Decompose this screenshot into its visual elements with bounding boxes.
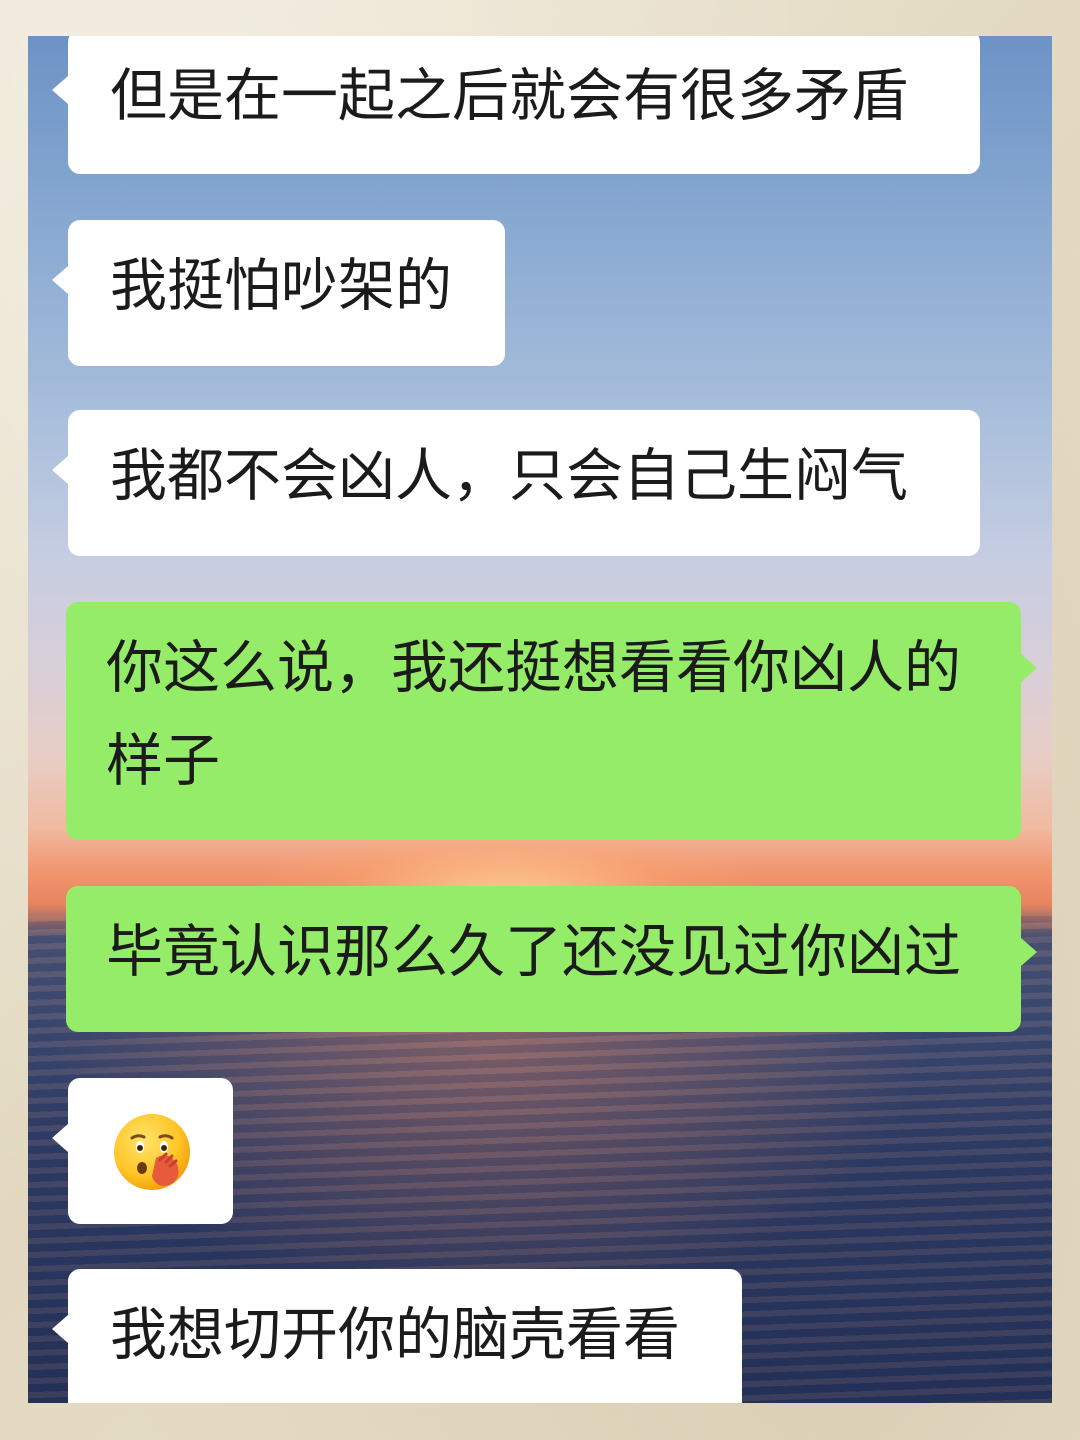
message-text: 我都不会凶人，只会自己生闷气 bbox=[110, 443, 908, 509]
message-text: 我想切开你的脑壳看看 bbox=[110, 1302, 680, 1368]
message-text: 毕竟认识那么久了还没见过你凶过 bbox=[106, 919, 961, 985]
message-bubble-outgoing[interactable]: 毕竟认识那么久了还没见过你凶过 bbox=[66, 886, 1037, 1032]
message-bubble-incoming[interactable] bbox=[52, 1078, 233, 1224]
message-text: 你这么说，我还挺想看看你凶人的样子 bbox=[106, 635, 961, 794]
message-text: 我挺怕吵架的 bbox=[110, 253, 452, 319]
chat-screen: 但是在一起之后就会有很多矛盾 我挺怕吵架的 我都不会凶人，只会自己生闷气 你这么… bbox=[28, 36, 1052, 1403]
face-with-hand-over-mouth-emoji bbox=[114, 1114, 190, 1190]
message-bubble-incoming[interactable]: 我想切开你的脑壳看看 bbox=[52, 1269, 742, 1403]
message-bubble-incoming[interactable]: 但是在一起之后就会有很多矛盾 bbox=[52, 36, 980, 174]
message-bubble-incoming[interactable]: 我都不会凶人，只会自己生闷气 bbox=[52, 410, 980, 556]
message-bubble-outgoing[interactable]: 你这么说，我还挺想看看你凶人的样子 bbox=[66, 602, 1037, 840]
message-bubble-incoming[interactable]: 我挺怕吵架的 bbox=[52, 220, 505, 366]
message-text: 但是在一起之后就会有很多矛盾 bbox=[110, 63, 908, 129]
